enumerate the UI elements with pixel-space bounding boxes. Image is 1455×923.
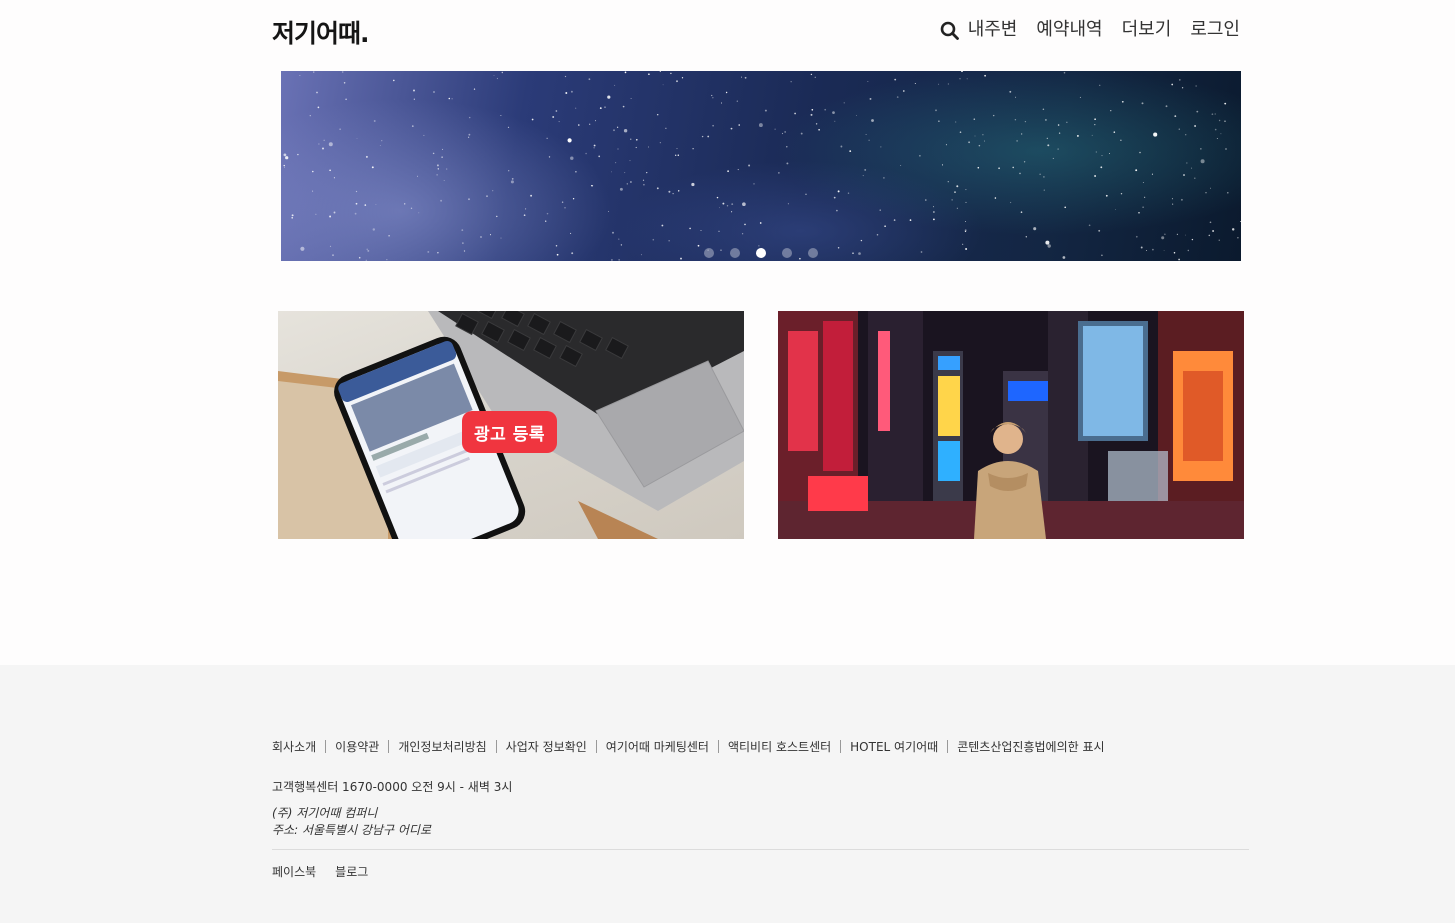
carousel-dot-3[interactable]: [756, 248, 766, 258]
site-footer: 회사소개 이용약관 개인정보처리방침 사업자 정보확인 여기어때 마케팅센터 액…: [0, 665, 1455, 923]
divider: [495, 740, 497, 753]
social-links: 페이스북 블로그: [272, 863, 368, 880]
company-address: 주소: 서울특별시 강남구 어디로: [272, 823, 432, 837]
site-header: 저기어때. 내주변 예약내역 더보기 로그인: [0, 0, 1455, 62]
carousel-dot-2[interactable]: [730, 248, 740, 258]
carousel-indicators: [281, 248, 1241, 258]
footer-link-business-info[interactable]: 사업자 정보확인: [506, 738, 587, 755]
footer-link-marketing[interactable]: 여기어때 마케팅센터: [606, 738, 709, 755]
footer-link-privacy[interactable]: 개인정보처리방침: [398, 738, 486, 755]
footer-link-activity-host[interactable]: 액티비티 호스트센터: [728, 738, 831, 755]
nav-nearby[interactable]: 내주변: [968, 17, 1018, 43]
carousel-dot-4[interactable]: [782, 248, 792, 258]
footer-divider: [272, 849, 1249, 850]
blog-link[interactable]: 블로그: [335, 863, 368, 880]
divider: [388, 740, 390, 753]
divider: [947, 740, 949, 753]
footer-link-terms[interactable]: 이용약관: [335, 738, 379, 755]
customer-center-info: 고객행복센터 1670-0000 오전 9시 - 새벽 3시: [272, 780, 513, 794]
footer-link-hotel[interactable]: HOTEL 여기어때: [850, 738, 938, 755]
carousel-dot-1[interactable]: [704, 248, 714, 258]
starfield-image: [283, 71, 1241, 261]
facebook-link[interactable]: 페이스북: [272, 863, 316, 880]
divider: [325, 740, 327, 753]
times-square-image: [778, 311, 1244, 539]
hero-banner[interactable]: [281, 71, 1241, 261]
footer-link-content-law[interactable]: 콘텐츠산업진흥법에의한 표시: [957, 738, 1104, 755]
company-info: (주) 저기어때 컴퍼니 주소: 서울특별시 강남구 어디로: [272, 805, 431, 839]
divider: [840, 740, 842, 753]
promo-card-ad[interactable]: 광고 등록: [278, 311, 744, 539]
nav-more[interactable]: 더보기: [1122, 17, 1172, 43]
main-nav: 내주변 예약내역 더보기 로그인: [939, 17, 1240, 43]
divider: [717, 740, 719, 753]
footer-links: 회사소개 이용약관 개인정보처리방침 사업자 정보확인 여기어때 마케팅센터 액…: [272, 738, 1105, 755]
search-icon[interactable]: [939, 19, 961, 41]
footer-link-about[interactable]: 회사소개: [272, 738, 316, 755]
register-ad-button[interactable]: 광고 등록: [462, 411, 557, 453]
logo[interactable]: 저기어때.: [272, 14, 369, 50]
promo-card-city[interactable]: [778, 311, 1244, 539]
nav-reservations[interactable]: 예약내역: [1036, 17, 1102, 43]
carousel-dot-5[interactable]: [808, 248, 818, 258]
divider: [595, 740, 597, 753]
company-name: (주) 저기어때 컴퍼니: [272, 806, 378, 820]
nav-login[interactable]: 로그인: [1190, 17, 1240, 43]
